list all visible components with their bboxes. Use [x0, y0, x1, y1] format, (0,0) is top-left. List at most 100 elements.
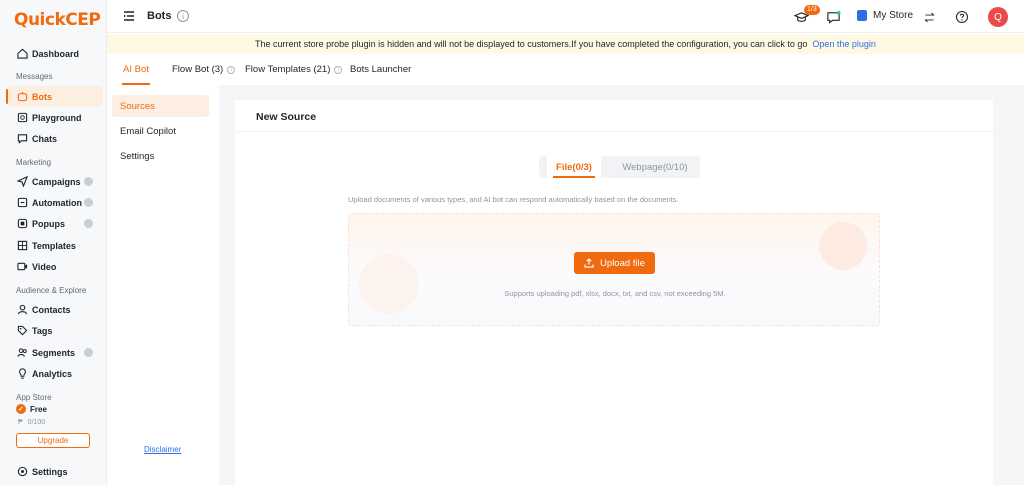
store-name: My Store — [873, 10, 914, 21]
premium-icon — [84, 177, 93, 186]
upload-hint: Upload documents of various types, and A… — [348, 195, 679, 204]
premium-icon — [84, 198, 93, 207]
sidebar-item-templates[interactable]: Templates — [6, 235, 103, 256]
section-app-store: App Store — [16, 393, 52, 402]
sidebar-item-contacts[interactable]: Contacts — [6, 299, 103, 320]
premium-icon — [84, 219, 93, 228]
sidebar-item-tags[interactable]: Tags — [6, 320, 103, 341]
sidebar-item-label: Settings — [32, 466, 68, 477]
sidebar-item-video[interactable]: Video — [6, 256, 103, 277]
sidebar-item-label: Dashboard — [32, 48, 80, 59]
upload-dropzone[interactable]: Upload file Supports uploading pdf, xlsx… — [348, 213, 880, 326]
chat-icon — [16, 133, 28, 145]
tab-label: Flow Bot (3) — [172, 64, 224, 75]
sidebar-item-automation[interactable]: Automation — [6, 192, 103, 213]
upload-button-label: Upload file — [600, 257, 645, 269]
bot-tabs: AI Bot Flow Bot (3) i Flow Templates (21… — [107, 55, 1024, 85]
card-title: New Source — [256, 111, 317, 123]
avatar[interactable]: Q — [988, 7, 1008, 27]
playground-icon — [16, 112, 28, 124]
usage-icon: ₱ — [18, 419, 23, 426]
user-icon — [16, 304, 28, 316]
template-icon — [16, 240, 28, 252]
sidebar-item-analytics[interactable]: Analytics — [6, 363, 103, 384]
sidebar-item-label: Video — [32, 261, 57, 272]
submenu-item-settings[interactable]: Settings — [112, 145, 209, 167]
sidebar-item-playground[interactable]: Playground — [6, 107, 103, 128]
decorative-shape — [819, 222, 867, 270]
lightbulb-icon — [16, 368, 28, 380]
sidebar-item-label: Bots — [32, 91, 52, 102]
store-switcher[interactable]: My Store — [857, 10, 913, 21]
gear-icon — [16, 466, 28, 478]
plan-name: Free — [30, 404, 47, 414]
segment-file[interactable]: File(0/3) — [547, 156, 601, 178]
tab-flow-bot[interactable]: Flow Bot (3) i — [172, 64, 236, 75]
send-icon — [16, 176, 28, 188]
home-icon — [16, 48, 28, 60]
section-messages: Messages — [16, 72, 53, 81]
tab-bots-launcher[interactable]: Bots Launcher — [350, 64, 411, 75]
banner-text: The current store probe plugin is hidden… — [255, 39, 808, 49]
sidebar-item-popups[interactable]: Popups — [6, 213, 103, 234]
sidebar-item-campaigns[interactable]: Campaigns — [6, 171, 103, 192]
sidebar-item-label: Automation — [32, 197, 82, 208]
decorative-shape — [359, 254, 419, 314]
help-icon[interactable] — [954, 9, 970, 25]
source-type-switch: File(0/3) Webpage(0/10) — [539, 156, 700, 178]
submenu-item-email-copilot[interactable]: Email Copilot — [112, 120, 209, 142]
section-audience: Audience & Explore — [16, 286, 87, 295]
sidebar-item-label: Templates — [32, 240, 76, 251]
switch-arrows-icon[interactable] — [921, 9, 937, 25]
sidebar-item-segments[interactable]: Segments — [6, 342, 103, 363]
usage-counter: ₱ 0/100 — [18, 419, 45, 426]
sidebar-item-label: Contacts — [32, 304, 71, 315]
sidebar-item-label: Campaigns — [32, 176, 81, 187]
submenu-item-sources[interactable]: Sources — [112, 95, 209, 117]
logo-text: QuickCEP — [14, 10, 101, 30]
disclaimer-link[interactable]: Disclaimer — [144, 445, 181, 454]
section-marketing: Marketing — [16, 158, 52, 167]
usage-value: 0/100 — [27, 419, 46, 426]
app-logo[interactable]: QuickCEP — [14, 9, 101, 31]
tab-label: Flow Templates (21) — [245, 64, 331, 75]
ai-bot-submenu: Sources Email Copilot Settings Disclaime… — [107, 85, 219, 485]
message-icon[interactable] — [825, 9, 841, 25]
supported-formats-text: Supports uploading pdf, xlsx, docx, txt,… — [504, 289, 726, 298]
sidebar-item-dashboard[interactable]: Dashboard — [6, 43, 103, 64]
users-icon — [16, 347, 28, 359]
info-icon[interactable]: i — [177, 10, 189, 22]
sidebar-item-label: Tags — [32, 325, 53, 336]
sidebar-item-label: Analytics — [32, 368, 73, 379]
page-title: Bots — [147, 10, 172, 22]
store-bag-icon — [857, 10, 867, 21]
menu-toggle-icon[interactable] — [123, 10, 135, 22]
upgrade-button[interactable]: Upgrade — [16, 433, 90, 448]
new-source-card: New Source File(0/3) Webpage(0/10) Uploa… — [235, 100, 993, 485]
bot-icon — [16, 91, 28, 103]
sidebar-item-bots[interactable]: Bots — [6, 86, 103, 107]
premium-icon — [84, 348, 93, 357]
upload-icon — [584, 258, 594, 268]
sidebar-item-settings[interactable]: Settings — [6, 461, 103, 482]
info-icon: i — [334, 65, 343, 74]
top-header: Bots i 1/3 My Store Q — [107, 0, 1024, 33]
popup-icon — [16, 218, 28, 230]
open-plugin-link[interactable]: Open the plugin — [812, 39, 876, 49]
video-icon — [16, 261, 28, 273]
segment-webpage[interactable]: Webpage(0/10) — [615, 156, 695, 178]
plugin-warning-banner: The current store probe plugin is hidden… — [107, 34, 1024, 54]
tab-flow-templates[interactable]: Flow Templates (21) i — [245, 64, 343, 75]
upload-file-button[interactable]: Upload file — [574, 252, 655, 274]
sidebar-item-chats[interactable]: Chats — [6, 128, 103, 149]
tasks-badge: 1/3 — [804, 5, 820, 15]
tab-ai-bot[interactable]: AI Bot — [123, 64, 149, 75]
sidebar-item-label: Popups — [32, 218, 65, 229]
sidebar-item-label: Chats — [32, 133, 58, 144]
automation-icon — [16, 197, 28, 209]
tag-icon — [16, 325, 28, 337]
plan-indicator: ✓ Free — [16, 404, 47, 414]
sidebar: QuickCEP Dashboard Messages Bots Playgro… — [0, 0, 107, 485]
info-icon: i — [227, 65, 236, 74]
plan-badge-icon: ✓ — [16, 404, 26, 414]
